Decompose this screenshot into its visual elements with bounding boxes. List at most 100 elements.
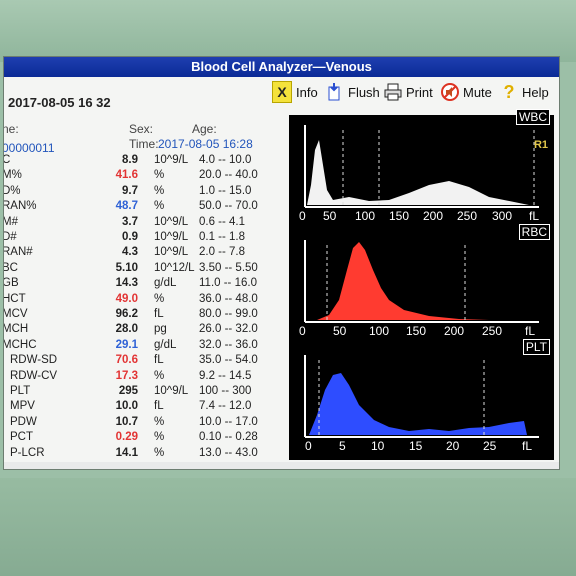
parameter-unit: % [154, 369, 165, 382]
parameter-range: 0.10 -- 0.28 [199, 431, 258, 444]
parameter-value: 9.7 [122, 184, 138, 197]
flush-icon [326, 82, 344, 102]
wbc-axis-ticks: 0 50 100 150 200 250 300 fL [289, 209, 554, 225]
wbc-label: WBC [516, 109, 550, 125]
tick: 300 [492, 209, 513, 223]
parameter-value: 3.7 [122, 215, 138, 228]
parameter-unit: % [154, 431, 165, 444]
parameter-value: 5.10 [115, 261, 138, 274]
parameter-name: RDW-SD [10, 354, 58, 367]
parameter-unit: g/dL [154, 277, 177, 290]
parameter-unit: % [154, 200, 165, 213]
parameter-name: MCV [3, 308, 28, 320]
help-button[interactable]: ? Help [500, 79, 549, 105]
parameter-name: PCT [10, 431, 33, 444]
parameter-name: MPV [10, 400, 35, 413]
parameter-name: RDW-CV [10, 369, 58, 382]
parameter-name: HCT [3, 292, 26, 305]
parameter-row: PCT 0.29% 0.10 -- 0.28 [4, 429, 289, 445]
parameter-name: M% [3, 169, 22, 182]
tick: 250 [482, 324, 503, 338]
parameter-range: 20.0 -- 40.0 [199, 169, 258, 182]
parameter-unit: g/dL [154, 338, 177, 351]
tick: 0 [305, 439, 312, 453]
parameter-range: 11.0 -- 16.0 [199, 277, 257, 290]
window-title: Blood Cell Analyzer—Venous [4, 57, 559, 77]
parameter-name: D% [3, 184, 21, 197]
parameter-value: 10.0 [115, 400, 138, 413]
parameter-value: 8.9 [122, 154, 138, 166]
parameter-unit: 10^9/L [154, 215, 189, 228]
parameter-value: 0.9 [122, 231, 138, 243]
tick: 25 [483, 439, 497, 453]
parameter-row: MCH 28.0 pg 26.0 -- 32.0 [4, 321, 289, 337]
parameter-name: RAN% [3, 200, 37, 213]
parameter-unit: % [154, 184, 165, 197]
parameter-row: RDW-SD 70.6 fL 35.0 -- 54.0 [4, 352, 289, 368]
tick: fL [522, 439, 533, 453]
parameter-range: 50.0 -- 70.0 [199, 200, 258, 213]
tick: 5 [339, 439, 346, 453]
parameter-name: C [4, 152, 10, 168]
info-button[interactable]: X Info [272, 79, 318, 105]
tick: 0 [299, 209, 306, 223]
parameter-unit: % [154, 415, 165, 428]
mute-icon [441, 82, 459, 102]
device-bezel-top [0, 0, 576, 62]
parameter-name: PDW [10, 415, 37, 428]
parameter-row: MCV 96.2 fL 80.0 -- 99.0 [4, 306, 289, 322]
plt-histogram: PLT 0 5 10 15 20 25 fL [289, 339, 554, 460]
parameter-range: 10.0 -- 17.0 [199, 415, 258, 428]
rbc-axis-ticks: 0 50 100 150 200 250 fL [289, 324, 554, 340]
parameter-value: 48.7 [115, 200, 138, 213]
parameter-unit: fL [154, 400, 164, 413]
printer-icon [384, 82, 402, 102]
flush-button[interactable]: Flush [326, 79, 380, 105]
parameter-range: 35.0 -- 54.0 [199, 354, 258, 367]
tick: 10 [371, 439, 385, 453]
parameter-unit: 10^12/L [154, 261, 195, 274]
parameter-name: MCH [3, 323, 29, 336]
parameter-range: 9.2 -- 14.5 [199, 369, 252, 382]
rbc-histogram: RBC 0 50 100 150 200 250 fL [289, 224, 554, 345]
tick: 200 [444, 324, 465, 338]
tick: 0 [299, 324, 306, 338]
parameter-unit: 10^9/L [154, 246, 189, 259]
device-bezel-bottom [0, 478, 576, 576]
parameter-value: 49.0 [115, 292, 138, 305]
parameter-name: PLT [10, 385, 31, 397]
r1-marker: R1 [533, 139, 548, 151]
tick: 100 [355, 209, 376, 223]
parameter-value: 0.29 [115, 431, 138, 444]
tick: fL [529, 209, 540, 223]
info-icon: X [272, 81, 292, 103]
parameter-range: 0.6 -- 4.1 [199, 215, 246, 228]
parameter-value: 14.3 [115, 277, 138, 290]
parameter-row: HCT 49.0% 36.0 -- 48.0 [4, 291, 289, 307]
parameter-name: MCHC [3, 338, 37, 351]
plt-axis-ticks: 0 5 10 15 20 25 fL [289, 439, 554, 455]
parameter-row: M# 3.7 10^9/L 0.6 -- 4.1 [4, 214, 289, 230]
parameter-unit: % [154, 169, 165, 182]
parameter-unit: 10^9/L [154, 154, 189, 166]
rbc-label: RBC [518, 224, 550, 240]
plt-label: PLT [522, 339, 550, 355]
parameter-unit: % [154, 292, 165, 305]
parameter-value: 17.3 [115, 369, 138, 382]
mute-button[interactable]: Mute [441, 79, 492, 105]
time-value: 2017-08-05 16:28 [158, 137, 253, 151]
parameter-range: 13.0 -- 43.0 [199, 446, 258, 459]
sex-label: Sex: [129, 122, 154, 136]
parameter-range: 3.50 -- 5.50 [199, 261, 258, 274]
patient-name-label: ne: [3, 122, 19, 136]
parameter-range: 100 -- 300 [199, 385, 252, 397]
histogram-panel: WBC R1 0 50 100 150 200 250 300 fL RBC 0… [289, 109, 554, 460]
parameter-value: 295 [118, 385, 138, 397]
parameter-name: BC [3, 261, 18, 274]
print-button[interactable]: Print [384, 79, 433, 105]
parameter-value: 96.2 [115, 308, 138, 320]
tick: 100 [369, 324, 390, 338]
parameter-range: 80.0 -- 99.0 [199, 308, 258, 320]
parameter-row: MCHC 29.1 g/dL 32.0 -- 36.0 [4, 337, 289, 353]
tick: 200 [423, 209, 444, 223]
